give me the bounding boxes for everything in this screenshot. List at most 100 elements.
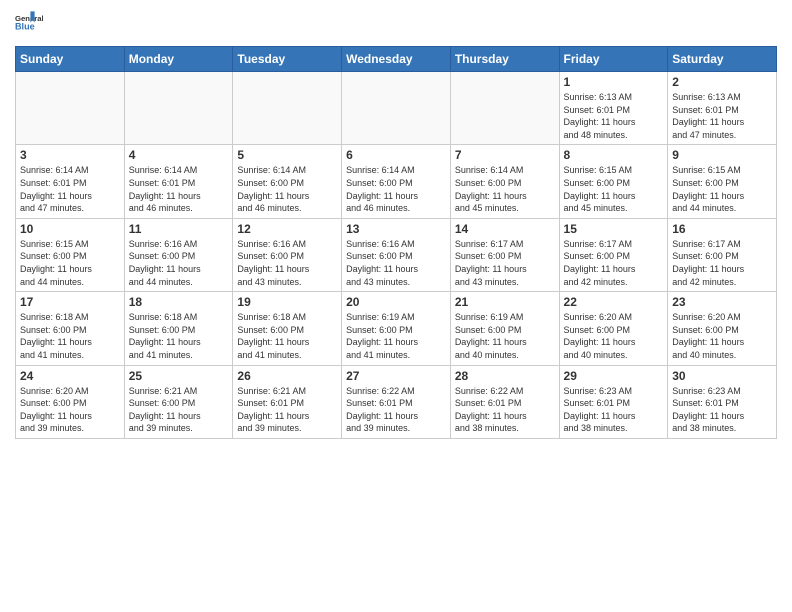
day-info: Sunrise: 6:21 AMSunset: 6:00 PMDaylight:… <box>129 385 229 435</box>
calendar-day-cell: 24 Sunrise: 6:20 AMSunset: 6:00 PMDayligh… <box>16 365 125 438</box>
day-number: 26 <box>237 369 337 383</box>
day-info: Sunrise: 6:18 AMSunset: 6:00 PMDaylight:… <box>237 311 337 361</box>
calendar-day-cell <box>233 72 342 145</box>
day-number: 25 <box>129 369 229 383</box>
day-number: 19 <box>237 295 337 309</box>
day-info: Sunrise: 6:14 AMSunset: 6:00 PMDaylight:… <box>237 164 337 214</box>
day-info: Sunrise: 6:20 AMSunset: 6:00 PMDaylight:… <box>564 311 664 361</box>
calendar-day-cell: 17 Sunrise: 6:18 AMSunset: 6:00 PMDayligh… <box>16 292 125 365</box>
svg-text:Blue: Blue <box>15 22 35 32</box>
calendar-day-cell: 8 Sunrise: 6:15 AMSunset: 6:00 PMDaylight… <box>559 145 668 218</box>
calendar-day-cell <box>124 72 233 145</box>
day-info: Sunrise: 6:23 AMSunset: 6:01 PMDaylight:… <box>672 385 772 435</box>
day-number: 30 <box>672 369 772 383</box>
calendar-day-cell: 14 Sunrise: 6:17 AMSunset: 6:00 PMDayligh… <box>450 218 559 291</box>
day-number: 10 <box>20 222 120 236</box>
day-info: Sunrise: 6:17 AMSunset: 6:00 PMDaylight:… <box>672 238 772 288</box>
day-info: Sunrise: 6:19 AMSunset: 6:00 PMDaylight:… <box>346 311 446 361</box>
day-info: Sunrise: 6:17 AMSunset: 6:00 PMDaylight:… <box>564 238 664 288</box>
calendar-day-cell: 22Sunrise: 6:20 AMSunset: 6:00 PMDayligh… <box>559 292 668 365</box>
day-info: Sunrise: 6:16 AMSunset: 6:00 PMDaylight:… <box>237 238 337 288</box>
day-number: 9 <box>672 148 772 162</box>
calendar-day-cell: 27 Sunrise: 6:22 AMSunset: 6:01 PMDayligh… <box>342 365 451 438</box>
calendar-day-cell: 25 Sunrise: 6:21 AMSunset: 6:00 PMDayligh… <box>124 365 233 438</box>
calendar-day-cell: 10 Sunrise: 6:15 AMSunset: 6:00 PMDayligh… <box>16 218 125 291</box>
day-info: Sunrise: 6:14 AMSunset: 6:01 PMDaylight:… <box>129 164 229 214</box>
day-number: 29 <box>564 369 664 383</box>
calendar-day-cell: 29 Sunrise: 6:23 AMSunset: 6:01 PMDayligh… <box>559 365 668 438</box>
day-info: Sunrise: 6:19 AMSunset: 6:00 PMDaylight:… <box>455 311 555 361</box>
calendar-day-cell: 7 Sunrise: 6:14 AMSunset: 6:00 PMDaylight… <box>450 145 559 218</box>
calendar-day-cell: 2 Sunrise: 6:13 AMSunset: 6:01 PMDaylight… <box>668 72 777 145</box>
day-info: Sunrise: 6:14 AMSunset: 6:00 PMDaylight:… <box>455 164 555 214</box>
day-number: 6 <box>346 148 446 162</box>
calendar-day-cell: 28Sunrise: 6:22 AMSunset: 6:01 PMDayligh… <box>450 365 559 438</box>
calendar-day-cell: 20 Sunrise: 6:19 AMSunset: 6:00 PMDayligh… <box>342 292 451 365</box>
day-number: 14 <box>455 222 555 236</box>
weekday-header-sunday: Sunday <box>16 47 125 72</box>
day-info: Sunrise: 6:20 AMSunset: 6:00 PMDaylight:… <box>672 311 772 361</box>
day-info: Sunrise: 6:15 AMSunset: 6:00 PMDaylight:… <box>20 238 120 288</box>
day-number: 20 <box>346 295 446 309</box>
calendar-day-cell: 5 Sunrise: 6:14 AMSunset: 6:00 PMDaylight… <box>233 145 342 218</box>
calendar-day-cell: 3Sunrise: 6:14 AMSunset: 6:01 PMDaylight… <box>16 145 125 218</box>
day-number: 4 <box>129 148 229 162</box>
day-number: 15 <box>564 222 664 236</box>
calendar-day-cell: 11 Sunrise: 6:16 AMSunset: 6:00 PMDayligh… <box>124 218 233 291</box>
calendar-day-cell: 21 Sunrise: 6:19 AMSunset: 6:00 PMDayligh… <box>450 292 559 365</box>
day-number: 2 <box>672 75 772 89</box>
day-number: 5 <box>237 148 337 162</box>
weekday-header-friday: Friday <box>559 47 668 72</box>
calendar-day-cell: 23 Sunrise: 6:20 AMSunset: 6:00 PMDayligh… <box>668 292 777 365</box>
calendar-day-cell: 6Sunrise: 6:14 AMSunset: 6:00 PMDaylight… <box>342 145 451 218</box>
calendar-day-cell: 15 Sunrise: 6:17 AMSunset: 6:00 PMDayligh… <box>559 218 668 291</box>
calendar-day-cell: 13 Sunrise: 6:16 AMSunset: 6:00 PMDayligh… <box>342 218 451 291</box>
calendar-day-cell: 1 Sunrise: 6:13 AMSunset: 6:01 PMDaylight… <box>559 72 668 145</box>
weekday-header-row: SundayMondayTuesdayWednesdayThursdayFrid… <box>16 47 777 72</box>
day-info: Sunrise: 6:13 AMSunset: 6:01 PMDaylight:… <box>672 91 772 141</box>
day-number: 11 <box>129 222 229 236</box>
day-info: Sunrise: 6:20 AMSunset: 6:00 PMDaylight:… <box>20 385 120 435</box>
calendar-day-cell: 9 Sunrise: 6:15 AMSunset: 6:00 PMDaylight… <box>668 145 777 218</box>
calendar-day-cell <box>16 72 125 145</box>
calendar-day-cell: 30 Sunrise: 6:23 AMSunset: 6:01 PMDayligh… <box>668 365 777 438</box>
weekday-header-tuesday: Tuesday <box>233 47 342 72</box>
day-info: Sunrise: 6:21 AMSunset: 6:01 PMDaylight:… <box>237 385 337 435</box>
calendar-table: SundayMondayTuesdayWednesdayThursdayFrid… <box>15 46 777 439</box>
day-info: Sunrise: 6:22 AMSunset: 6:01 PMDaylight:… <box>455 385 555 435</box>
day-info: Sunrise: 6:14 AMSunset: 6:01 PMDaylight:… <box>20 164 120 214</box>
day-number: 24 <box>20 369 120 383</box>
weekday-header-thursday: Thursday <box>450 47 559 72</box>
day-number: 12 <box>237 222 337 236</box>
day-number: 27 <box>346 369 446 383</box>
day-number: 17 <box>20 295 120 309</box>
day-info: Sunrise: 6:22 AMSunset: 6:01 PMDaylight:… <box>346 385 446 435</box>
day-info: Sunrise: 6:16 AMSunset: 6:00 PMDaylight:… <box>346 238 446 288</box>
day-info: Sunrise: 6:15 AMSunset: 6:00 PMDaylight:… <box>672 164 772 214</box>
day-info: Sunrise: 6:15 AMSunset: 6:00 PMDaylight:… <box>564 164 664 214</box>
calendar-day-cell: 26 Sunrise: 6:21 AMSunset: 6:01 PMDayligh… <box>233 365 342 438</box>
weekday-header-saturday: Saturday <box>668 47 777 72</box>
calendar-week-3: 10 Sunrise: 6:15 AMSunset: 6:00 PMDayligh… <box>16 218 777 291</box>
day-info: Sunrise: 6:18 AMSunset: 6:00 PMDaylight:… <box>20 311 120 361</box>
calendar-day-cell: 19 Sunrise: 6:18 AMSunset: 6:00 PMDayligh… <box>233 292 342 365</box>
day-info: Sunrise: 6:16 AMSunset: 6:00 PMDaylight:… <box>129 238 229 288</box>
day-info: Sunrise: 6:17 AMSunset: 6:00 PMDaylight:… <box>455 238 555 288</box>
calendar-day-cell <box>450 72 559 145</box>
day-number: 1 <box>564 75 664 89</box>
calendar-day-cell: 4 Sunrise: 6:14 AMSunset: 6:01 PMDaylight… <box>124 145 233 218</box>
calendar-day-cell <box>342 72 451 145</box>
day-number: 13 <box>346 222 446 236</box>
day-number: 21 <box>455 295 555 309</box>
day-number: 18 <box>129 295 229 309</box>
day-number: 23 <box>672 295 772 309</box>
day-info: Sunrise: 6:13 AMSunset: 6:01 PMDaylight:… <box>564 91 664 141</box>
day-number: 7 <box>455 148 555 162</box>
day-info: Sunrise: 6:18 AMSunset: 6:00 PMDaylight:… <box>129 311 229 361</box>
day-info: Sunrise: 6:23 AMSunset: 6:01 PMDaylight:… <box>564 385 664 435</box>
calendar-week-1: 1 Sunrise: 6:13 AMSunset: 6:01 PMDaylight… <box>16 72 777 145</box>
calendar-day-cell: 18 Sunrise: 6:18 AMSunset: 6:00 PMDayligh… <box>124 292 233 365</box>
logo: GeneralBlue <box>15 10 43 38</box>
calendar-week-5: 24 Sunrise: 6:20 AMSunset: 6:00 PMDayligh… <box>16 365 777 438</box>
day-number: 8 <box>564 148 664 162</box>
